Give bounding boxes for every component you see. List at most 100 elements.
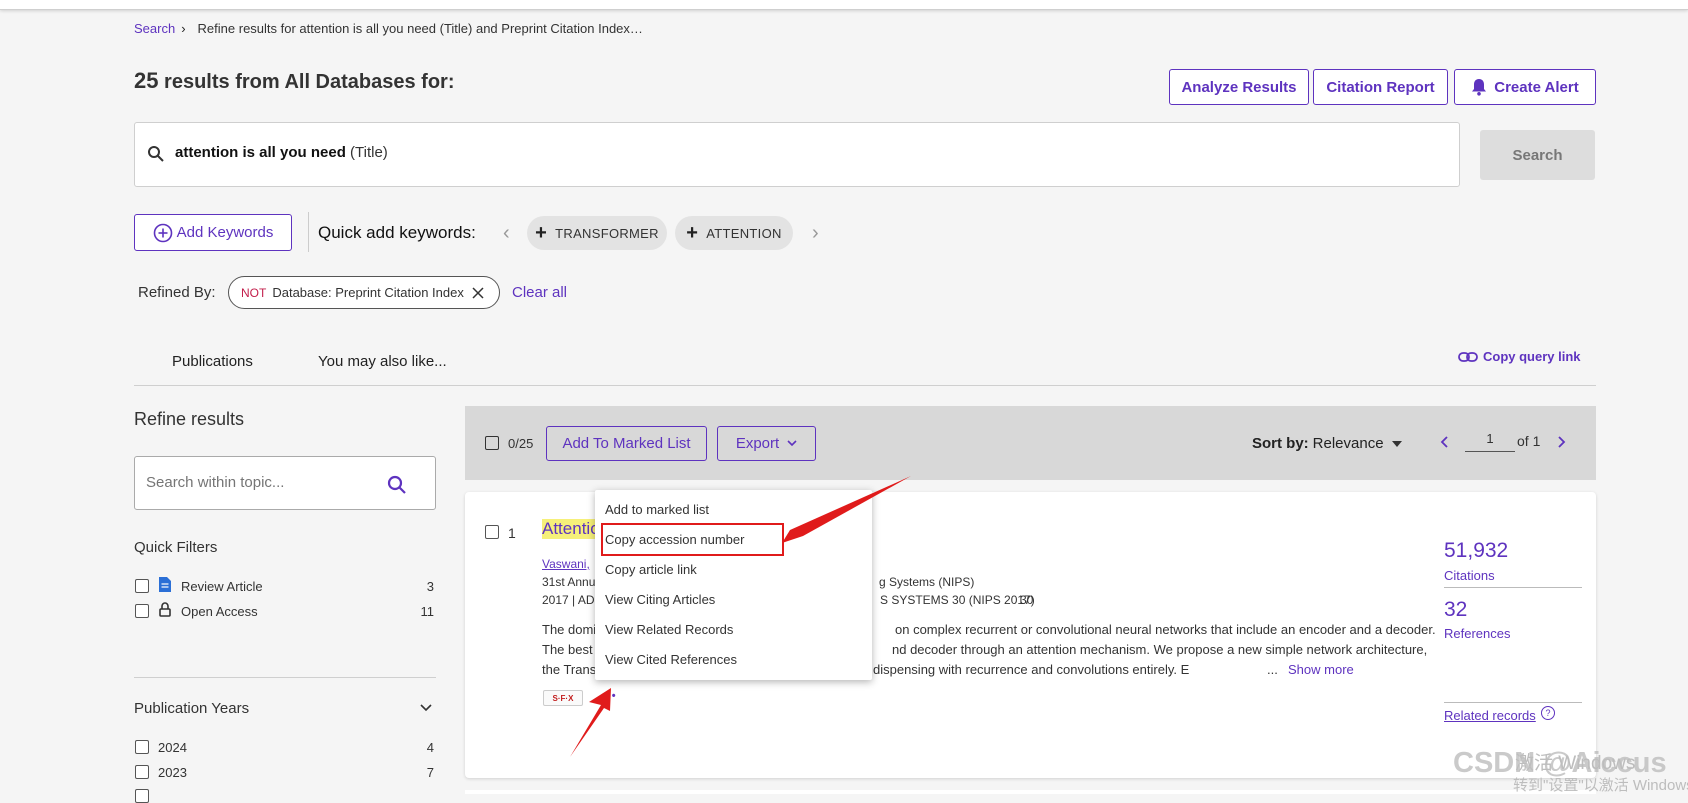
citation-report-button[interactable]: Citation Report — [1313, 69, 1448, 105]
chevron-down-icon[interactable] — [420, 704, 432, 712]
record-index: 1 — [508, 525, 516, 541]
publication-years-header[interactable]: Publication Years — [134, 700, 436, 720]
filter-label: Review Article — [181, 579, 263, 594]
abstract-line-1b: on complex recurrent or convolutional ne… — [895, 622, 1436, 637]
menu-view-citing-articles[interactable]: View Citing Articles — [605, 592, 715, 607]
checkbox[interactable] — [135, 765, 149, 779]
export-label: Export — [735, 435, 780, 452]
search-within-topic-input[interactable] — [134, 456, 436, 510]
year-count: 7 — [426, 765, 434, 780]
refine-chip-text: Database: Preprint Citation Index — [272, 285, 464, 300]
sort-label: Sort by: — [1252, 435, 1309, 452]
plus-circle-icon — [153, 223, 172, 242]
quick-filter-open-access[interactable]: Open Access 11 — [134, 602, 436, 620]
filter-count: 3 — [426, 579, 434, 594]
results-header: 25 results from All Databases for: — [134, 68, 455, 94]
related-records-link[interactable]: Related records — [1444, 708, 1536, 723]
next-page-icon[interactable] — [1558, 436, 1566, 448]
refined-by-label: Refined By: — [138, 284, 216, 301]
menu-view-related-records[interactable]: View Related Records — [605, 622, 733, 637]
checkbox[interactable] — [135, 604, 149, 618]
add-keywords-label: Add Keywords — [176, 224, 274, 241]
record-title[interactable]: Attentio — [542, 519, 600, 539]
abstract-line-2b: nd decoder through an attention mechanis… — [892, 642, 1428, 657]
sort-dropdown[interactable]: Sort by: Relevance — [1252, 435, 1402, 452]
sort-value: Relevance — [1312, 435, 1384, 452]
results-text: results from All Databases for: — [164, 71, 455, 93]
search-within-topic-field[interactable] — [144, 473, 378, 492]
record-conference-b: g Systems (NIPS) — [879, 575, 975, 589]
search-query-field: (Title) — [350, 144, 388, 161]
menu-copy-article-link[interactable]: Copy article link — [605, 562, 697, 577]
page-number-input[interactable]: 1 — [1465, 431, 1515, 452]
year-label: 2024 — [158, 740, 187, 755]
show-more-link[interactable]: Show more — [1288, 662, 1354, 677]
year-label: 2023 — [158, 765, 187, 780]
refine-chip[interactable]: NOT Database: Preprint Citation Index — [228, 276, 500, 309]
breadcrumb-separator: › — [181, 21, 186, 36]
metrics-divider — [1444, 702, 1582, 703]
selected-count: 0/25 — [508, 436, 534, 451]
breadcrumb-current: Refine results for attention is all you … — [197, 21, 643, 36]
record-authors[interactable]: Vaswani, — [542, 557, 590, 571]
references-count[interactable]: 32 — [1444, 598, 1467, 622]
abstract-line-3a: the Trans — [542, 662, 597, 677]
windows-activate-hint: 转到"设置"以激活 Windows — [1513, 777, 1688, 794]
chevron-down-icon — [787, 440, 797, 447]
tabs-divider — [134, 385, 1596, 386]
keyword-chip-attention[interactable]: + ATTENTION — [675, 216, 793, 250]
chevron-left-icon[interactable]: ‹ — [503, 222, 510, 245]
refine-chip-not: NOT — [241, 285, 267, 300]
references-label: References — [1444, 626, 1511, 641]
export-button[interactable]: Export — [717, 426, 816, 461]
menu-add-to-marked-list[interactable]: Add to marked list — [605, 502, 709, 517]
search-button[interactable]: Search — [1480, 130, 1595, 180]
add-to-marked-list-button[interactable]: Add To Marked List — [546, 426, 707, 461]
record-options-menu: Add to marked list Copy accession number… — [595, 490, 872, 680]
more-options-button[interactable]: ••• — [602, 690, 617, 702]
create-alert-button[interactable]: Create Alert — [1454, 69, 1596, 105]
clear-all-link[interactable]: Clear all — [512, 284, 567, 301]
search-query-terms: attention is all you need — [175, 144, 346, 161]
year-filter-2023[interactable]: 2023 7 — [134, 763, 436, 781]
search-query: attention is all you need (Title) — [175, 144, 388, 161]
year-count: 4 — [426, 740, 434, 755]
checkbox[interactable] — [135, 789, 149, 803]
abstract-line-1a: The domi — [542, 622, 597, 637]
close-icon[interactable] — [472, 286, 484, 299]
analyze-results-button[interactable]: Analyze Results — [1169, 69, 1309, 105]
refine-results-title: Refine results — [134, 409, 245, 429]
abstract-ellipsis: ... — [1267, 662, 1278, 677]
lock-icon — [159, 602, 171, 617]
quick-filter-review-article[interactable]: Review Article 3 — [134, 577, 436, 595]
search-icon[interactable] — [387, 475, 407, 495]
abstract-line-2a: The best — [542, 642, 593, 657]
copy-query-link[interactable]: Copy query link — [1458, 349, 1581, 364]
keyword-chip-transformer[interactable]: + TRANSFORMER — [527, 216, 667, 250]
breadcrumb-search-link[interactable]: Search — [134, 21, 175, 36]
caret-down-icon — [1391, 440, 1402, 447]
select-all-checkbox[interactable] — [485, 436, 499, 450]
tab-also-like[interactable]: You may also like... — [318, 353, 447, 370]
previous-page-icon[interactable] — [1440, 436, 1448, 448]
checkbox[interactable] — [135, 740, 149, 754]
abstract-line-3b: dispensing with recurrence and convoluti… — [873, 662, 1190, 677]
menu-view-cited-references[interactable]: View Cited References — [605, 652, 737, 667]
citations-count[interactable]: 51,932 — [1444, 539, 1508, 563]
chevron-right-icon[interactable]: › — [812, 222, 819, 245]
record-conference-a: 31st Annu — [542, 575, 596, 589]
add-keywords-button[interactable]: Add Keywords — [134, 214, 292, 251]
plus-icon: + — [686, 221, 699, 244]
help-icon[interactable]: ? — [1541, 706, 1555, 720]
create-alert-label: Create Alert — [1494, 78, 1579, 96]
sfx-badge[interactable]: S·F·X — [543, 690, 583, 706]
breadcrumb: Search › Refine results for attention is… — [134, 21, 643, 36]
record-checkbox[interactable] — [485, 525, 499, 539]
search-box[interactable]: attention is all you need (Title) — [134, 122, 1460, 187]
tab-publications[interactable]: Publications — [172, 353, 253, 370]
filter-label: Open Access — [181, 604, 258, 619]
year-filter-2024[interactable]: 2024 4 — [134, 738, 436, 756]
metrics-divider — [1444, 587, 1582, 588]
checkbox[interactable] — [135, 579, 149, 593]
windows-activate-watermark: 激活 Windows — [1515, 753, 1636, 774]
